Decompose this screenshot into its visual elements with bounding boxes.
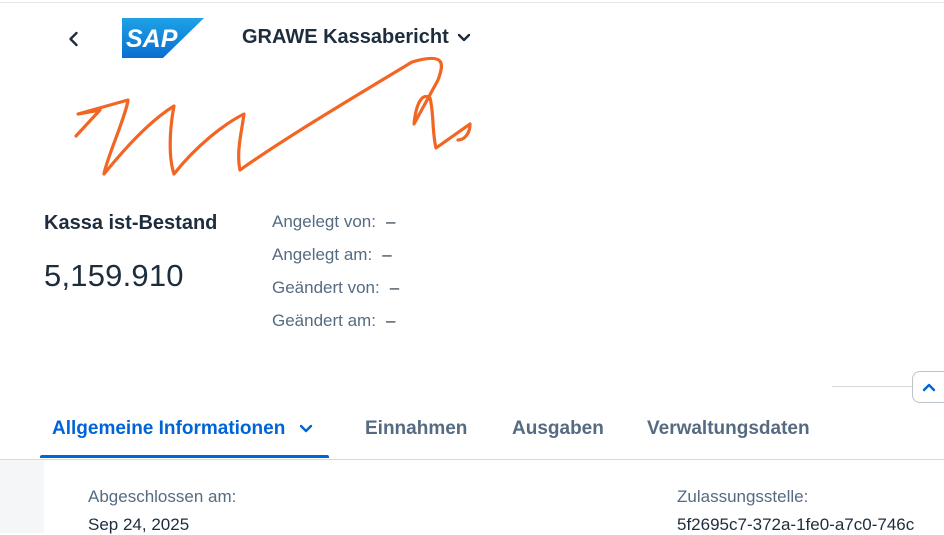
- created-by-label: Angelegt von:: [272, 212, 376, 231]
- created-on-label: Angelegt am:: [272, 245, 373, 264]
- app-title-menu[interactable]: GRAWE Kassabericht: [242, 26, 471, 49]
- registration-office-value: 5f2695c7-372a-1fe0-a7c0-746c: [677, 515, 915, 534]
- admin-info: Angelegt von: – Angelegt am: – Geändert …: [272, 212, 399, 344]
- redaction-scribble: [74, 56, 472, 176]
- back-button[interactable]: [62, 26, 86, 52]
- closed-on-field: Abgeschlossen am: Sep 24, 2025: [88, 487, 236, 535]
- top-border: [0, 2, 944, 3]
- tab-bar: Allgemeine Informationen Einnahmen Ausga…: [0, 400, 944, 460]
- closed-on-value: Sep 24, 2025: [88, 515, 190, 534]
- changed-by-value: –: [389, 278, 400, 297]
- changed-by-row: Geändert von: –: [272, 278, 399, 311]
- tab-label: Allgemeine Informationen: [52, 418, 286, 439]
- tab-verwaltungsdaten[interactable]: Verwaltungsdaten: [647, 418, 810, 440]
- chevron-down-icon: [457, 33, 470, 41]
- key-figure-value: 5,159.910: [44, 258, 184, 293]
- changed-on-value: –: [385, 311, 396, 330]
- created-on-value: –: [382, 245, 392, 264]
- registration-office-label: Zulassungsstelle:: [677, 487, 809, 506]
- sap-logo[interactable]: SAP: [122, 18, 204, 58]
- created-by-row: Angelegt von: –: [272, 212, 399, 245]
- general-info-section: Abgeschlossen am: Sep 24, 2025 Zulassung…: [44, 460, 944, 535]
- chevron-left-icon: [69, 31, 78, 47]
- tab-allgemeine-informationen[interactable]: Allgemeine Informationen: [52, 418, 313, 440]
- changed-by-label: Geändert von:: [272, 278, 380, 297]
- created-on-row: Angelegt am: –: [272, 245, 399, 278]
- created-by-value: –: [385, 212, 396, 231]
- closed-on-label: Abgeschlossen am:: [88, 487, 237, 506]
- collapse-header-button[interactable]: [912, 371, 944, 403]
- changed-on-row: Geändert am: –: [272, 311, 399, 344]
- sap-logo-text: SAP: [126, 25, 178, 53]
- tab-einnahmen[interactable]: Einnahmen: [365, 418, 467, 440]
- app-title: GRAWE Kassabericht: [242, 26, 449, 48]
- tab-ausgaben[interactable]: Ausgaben: [512, 418, 604, 440]
- changed-on-label: Geändert am:: [272, 311, 376, 330]
- chevron-down-icon[interactable]: [299, 423, 313, 435]
- registration-office-field: Zulassungsstelle: 5f2695c7-372a-1fe0-a7c…: [677, 487, 914, 535]
- chevron-up-icon: [922, 383, 935, 392]
- active-tab-indicator: [40, 455, 329, 458]
- key-figure-label: Kassa ist-Bestand: [44, 212, 218, 234]
